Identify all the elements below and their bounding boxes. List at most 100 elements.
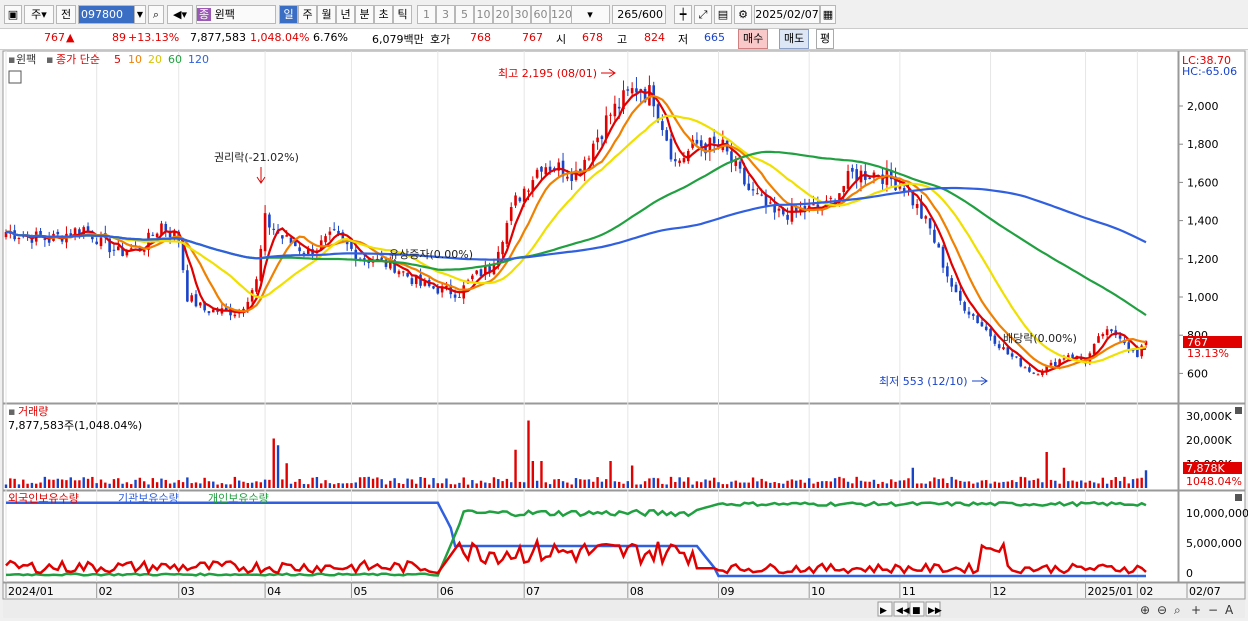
candle-body: [514, 195, 517, 206]
capital-annotation: 유상증자(0.00%): [389, 248, 473, 261]
scroll-bar[interactable]: [3, 600, 1245, 618]
volume-bar: [1105, 483, 1109, 488]
volume-bar: [829, 481, 832, 488]
volume-bar: [600, 481, 604, 488]
volume-bar: [354, 482, 357, 488]
candle-body: [630, 88, 634, 94]
volume-bar: [712, 477, 716, 488]
volume-bar: [1006, 481, 1010, 488]
candle-body: [937, 243, 941, 248]
price-tick-label: 1,400: [1187, 215, 1219, 228]
volume-bar: [397, 483, 401, 488]
volume-bar: [237, 480, 241, 488]
volume-bar: [1144, 470, 1148, 488]
candle-body: [613, 103, 617, 117]
candle-body: [756, 193, 759, 195]
zoom-tool-icon[interactable]: A: [1225, 603, 1234, 617]
volume-bar: [885, 483, 889, 488]
zoom-tool-icon[interactable]: ⌕: [1174, 603, 1181, 617]
volume-bar: [423, 477, 427, 488]
volume-bar: [320, 483, 323, 488]
volume-bar: [596, 477, 599, 488]
candle-body: [207, 311, 211, 314]
volume-bar: [1110, 480, 1113, 488]
volume-bar: [410, 479, 414, 488]
candle-body: [17, 238, 21, 240]
volume-bar: [864, 481, 867, 488]
volume-bar: [544, 482, 547, 488]
volume-bar: [687, 477, 690, 488]
zoom-tool-icon[interactable]: +: [1191, 603, 1201, 617]
volume-bar: [216, 484, 219, 488]
price-tick-label: 1,600: [1187, 176, 1219, 189]
x-axis-label: 02/07: [1189, 585, 1221, 598]
candle-body: [190, 295, 193, 302]
volume-bar: [743, 482, 746, 488]
candle-body: [933, 229, 936, 243]
volume-bar: [220, 483, 224, 488]
close-panel-icon[interactable]: [1235, 494, 1242, 501]
holder-tick-label: 10,000,000: [1186, 507, 1248, 520]
volume-bar: [311, 477, 314, 488]
candle-body: [976, 315, 979, 324]
x-axis-label: 06: [440, 585, 454, 598]
volume-bar: [803, 482, 807, 488]
candle-body: [609, 114, 612, 116]
volume-bar: [1075, 481, 1079, 488]
ma-label: 종가 단순: [56, 53, 100, 66]
volume-bar: [358, 477, 362, 488]
dividend-annotation: 배당락(0.00%): [1003, 332, 1077, 345]
volume-bar: [510, 482, 513, 488]
candle-body: [453, 294, 457, 298]
volume-bar: [708, 480, 712, 488]
last-volume: 7,878K: [1186, 462, 1225, 475]
candle-body: [1010, 353, 1014, 357]
zoom-tool-icon[interactable]: ⊖: [1157, 603, 1167, 617]
volume-bar: [177, 480, 180, 488]
legend-box-icon: ▪: [46, 53, 53, 66]
zoom-tool-icon[interactable]: ⊕: [1140, 603, 1150, 617]
candle-body: [199, 302, 202, 306]
volume-bar: [367, 476, 370, 488]
candle-body: [1002, 347, 1005, 350]
stock-chart[interactable]: 2,0001,8001,6001,4001,2001,00080060030,0…: [0, 0, 1248, 621]
volume-bar: [95, 483, 98, 488]
volume-bar: [1131, 479, 1135, 488]
candle-body: [406, 272, 409, 277]
volume-bar: [760, 478, 763, 488]
candle-body: [475, 270, 478, 274]
volume-bar: [773, 482, 776, 488]
candle-body: [1062, 358, 1066, 360]
volume-bar: [9, 478, 12, 488]
volume-bar: [328, 483, 332, 488]
volume-bar: [1123, 476, 1126, 488]
volume-bar: [52, 479, 55, 488]
candle-body: [281, 235, 284, 239]
volume-bar: [203, 477, 206, 488]
nav-icon: ■: [912, 606, 921, 616]
candle-body: [445, 285, 448, 287]
candle-body: [116, 246, 120, 251]
grid-toggle-icon[interactable]: [8, 70, 22, 84]
volume-bar: [117, 478, 120, 488]
volume-bar: [820, 481, 824, 488]
volume-bar: [384, 484, 388, 488]
candle-body: [665, 130, 668, 141]
volume-bar: [626, 481, 630, 488]
volume-bar: [255, 481, 258, 488]
volume-bar: [276, 445, 280, 488]
candle-body: [971, 314, 975, 316]
volume-bar: [920, 483, 923, 488]
volume-bar: [207, 481, 211, 488]
volume-bar: [790, 479, 794, 488]
holder-tick-label: 0: [1186, 567, 1193, 580]
volume-bar: [877, 483, 880, 488]
volume-bar: [225, 484, 228, 488]
volume-bar: [795, 480, 798, 488]
candle-body: [712, 136, 716, 144]
volume-bar: [648, 478, 651, 488]
volume-bar: [371, 478, 375, 488]
candle-body: [397, 271, 401, 275]
zoom-tool-icon[interactable]: −: [1208, 603, 1218, 617]
close-panel-icon[interactable]: [1235, 407, 1242, 414]
